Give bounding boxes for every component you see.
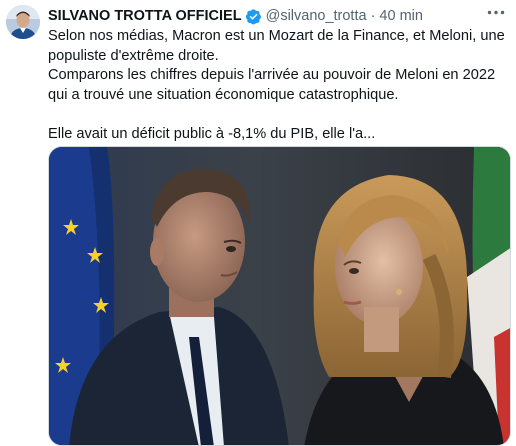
tweet-text: Selon nos médias, Macron est un Mozart d… (48, 27, 510, 144)
verified-badge-icon (245, 8, 262, 25)
author-handle[interactable]: @silvano_trotta (266, 8, 367, 24)
avatar[interactable] (6, 5, 40, 39)
tweet-card[interactable]: SILVANO TROTTA OFFICIEL @silvano_trotta … (0, 0, 516, 446)
tweet-header: SILVANO TROTTA OFFICIEL @silvano_trotta … (48, 6, 506, 26)
more-options-icon[interactable] (486, 4, 506, 20)
header-separator: · (370, 8, 376, 24)
post-time[interactable]: 40 min (379, 8, 423, 24)
tweet-image[interactable] (48, 146, 511, 446)
tweet-text-paragraph-3: Elle avait un déficit public à -8,1% du … (48, 125, 376, 142)
tweet-text-paragraph-1: Selon nos médias, Macron est un Mozart d… (48, 28, 505, 64)
tweet-text-paragraph-2: Comparons les chiffres depuis l'arrivée … (48, 67, 496, 103)
author-name[interactable]: SILVANO TROTTA OFFICIEL (48, 8, 242, 24)
